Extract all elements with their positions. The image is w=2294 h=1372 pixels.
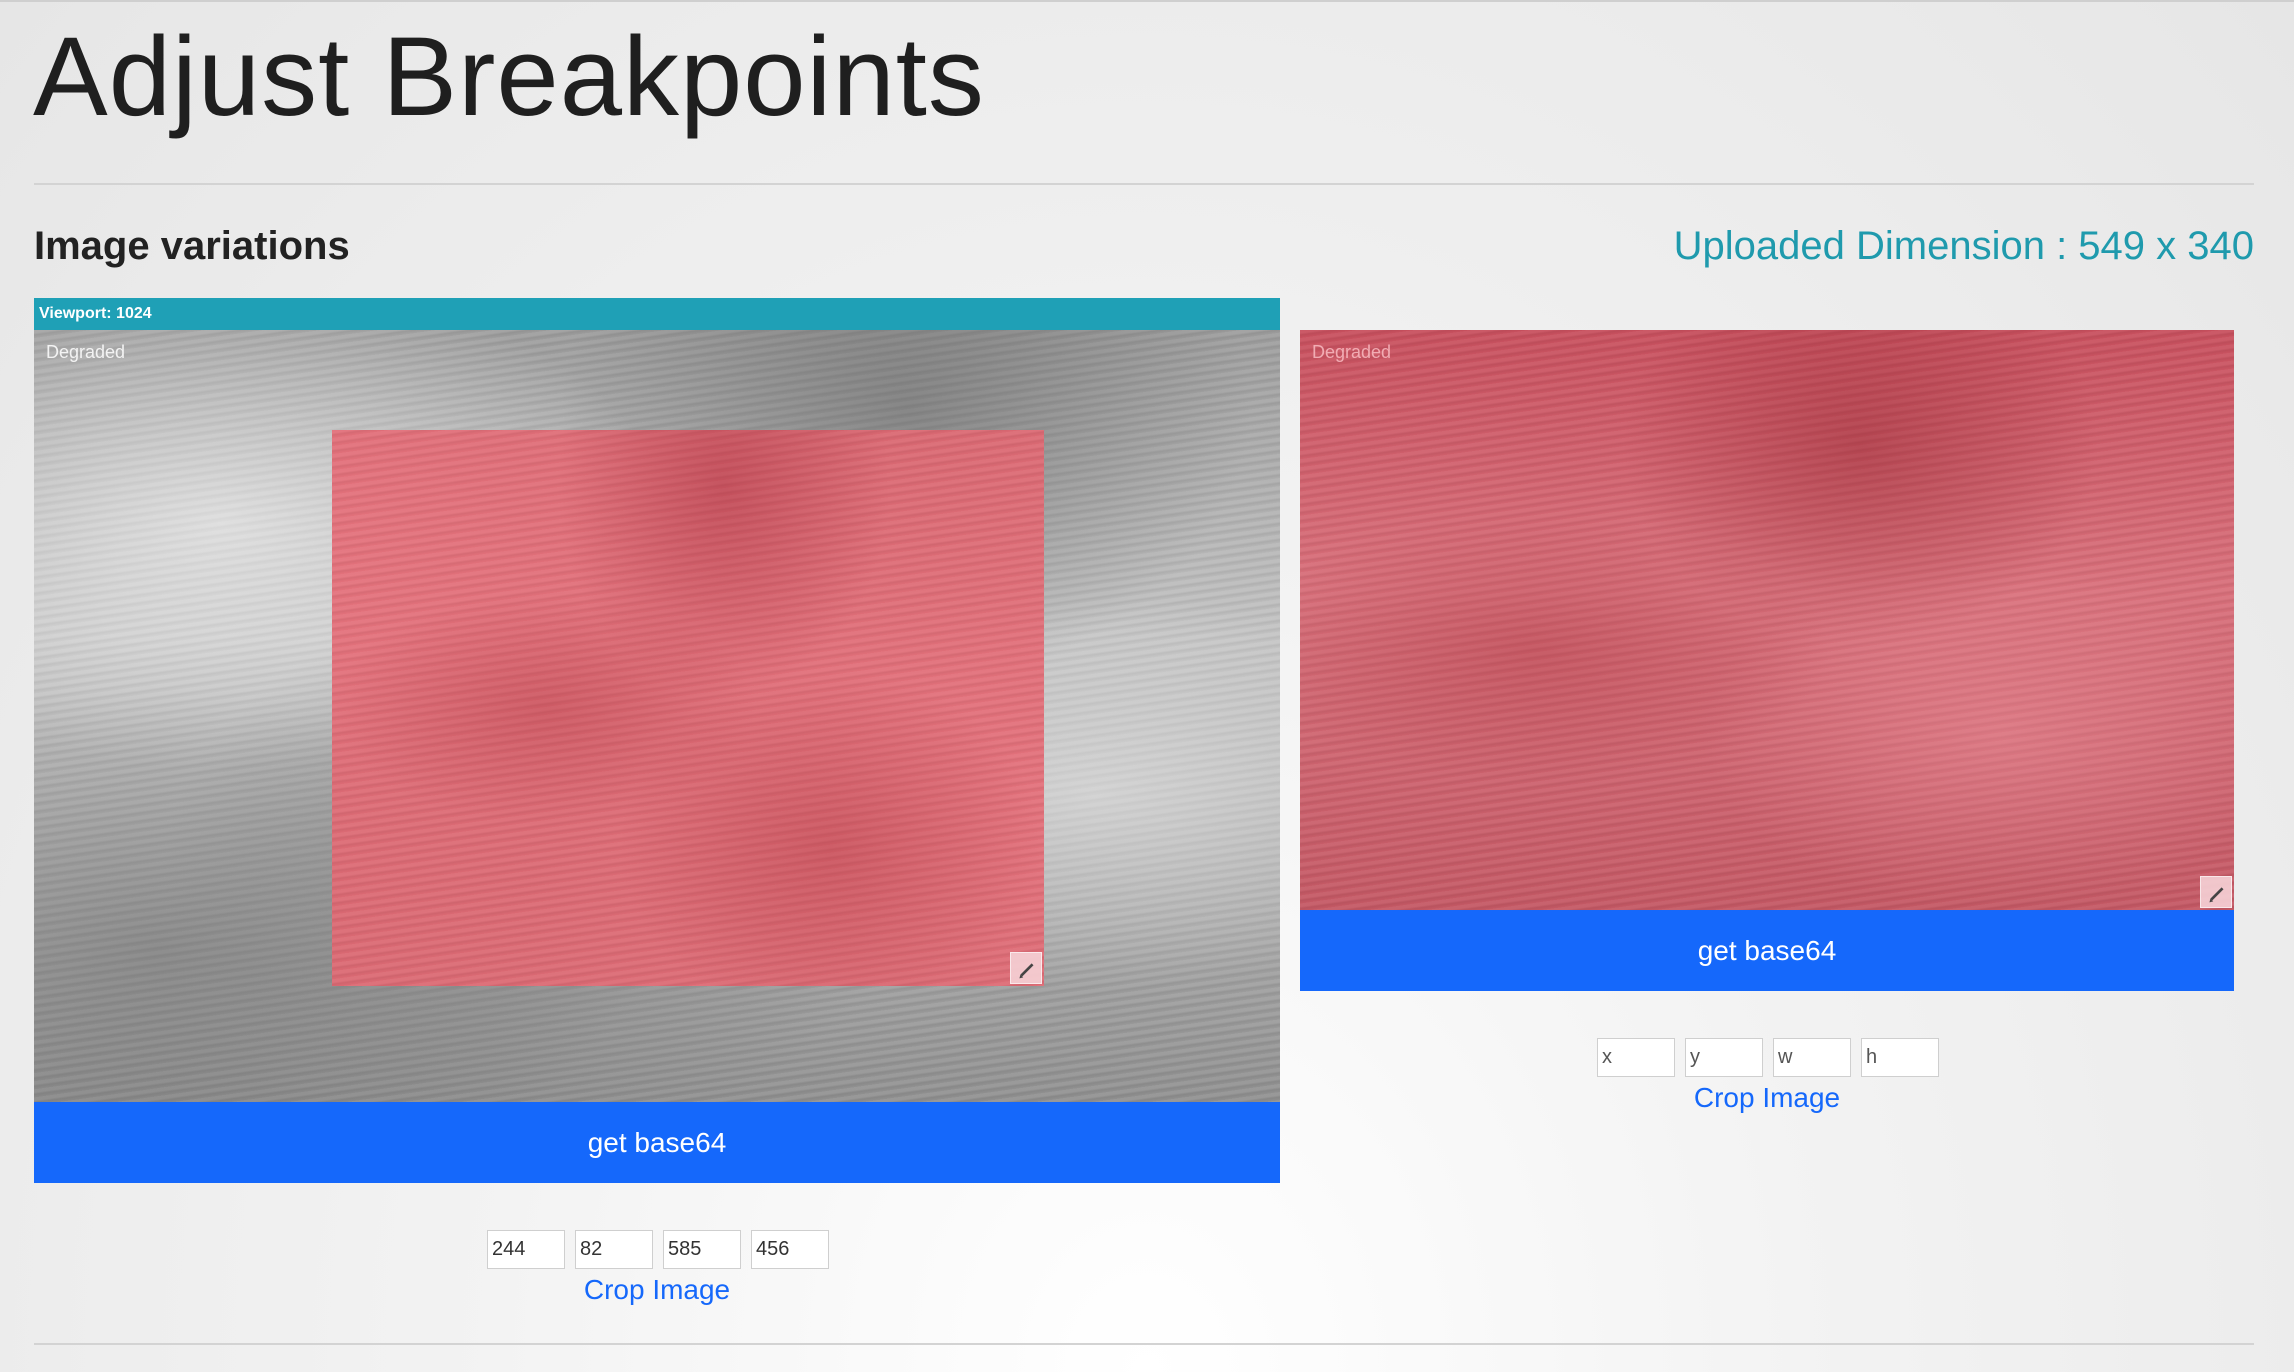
degraded-label: Degraded xyxy=(1312,342,1392,362)
header-divider xyxy=(34,183,2254,185)
resize-handle-icon[interactable] xyxy=(1010,952,1042,984)
get-base64-button[interactable]: get base64 xyxy=(34,1102,1280,1183)
get-base64-button[interactable]: get base64 xyxy=(1300,910,2234,991)
top-border xyxy=(0,0,2294,2)
viewport-label: Viewport: 1024 xyxy=(34,298,1280,330)
crop-w-input[interactable] xyxy=(663,1230,741,1269)
crop-w-input[interactable] xyxy=(1773,1038,1851,1077)
image-preview-viewport-1024[interactable]: Degraded xyxy=(34,330,1280,1102)
crop-h-input[interactable] xyxy=(751,1230,829,1269)
degraded-label: Degraded xyxy=(46,342,126,362)
crop-x-input[interactable] xyxy=(487,1230,565,1269)
crop-x-input[interactable] xyxy=(1597,1038,1675,1077)
crop-y-input[interactable] xyxy=(1685,1038,1763,1077)
section-title: Image variations xyxy=(34,224,350,268)
crop-h-input[interactable] xyxy=(1861,1038,1939,1077)
uploaded-dimension: Uploaded Dimension : 549 x 340 xyxy=(1673,224,2254,268)
crop-image-link[interactable]: Crop Image xyxy=(1567,1082,1967,1114)
crop-inputs xyxy=(1597,1038,1939,1077)
crop-inputs xyxy=(487,1230,829,1269)
resize-handle-icon[interactable] xyxy=(2200,876,2232,908)
page-title: Adjust Breakpoints xyxy=(33,14,985,139)
crop-selection-box[interactable] xyxy=(332,430,1044,986)
footer-divider xyxy=(34,1343,2254,1345)
crop-image-link[interactable]: Crop Image xyxy=(457,1274,857,1306)
image-preview-variation-2[interactable]: Degraded xyxy=(1300,330,2234,910)
crop-y-input[interactable] xyxy=(575,1230,653,1269)
